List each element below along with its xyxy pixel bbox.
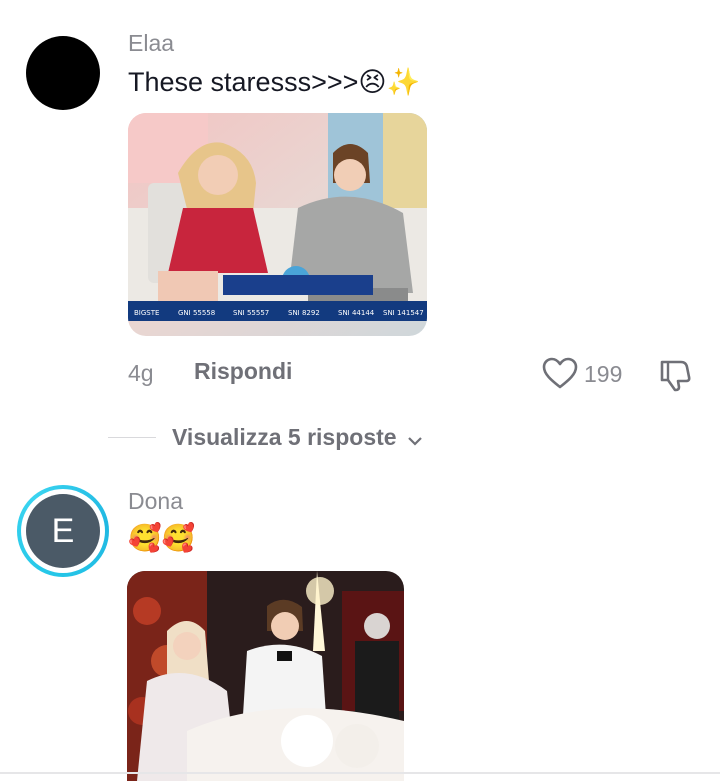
- view-replies-label: Visualizza 5 risposte: [172, 424, 397, 450]
- avatar[interactable]: [26, 36, 100, 110]
- overlay-label: SNI 8292: [288, 309, 320, 317]
- overlay-label: SNI 44144: [338, 309, 375, 317]
- comment-text: These staresss>>>😣✨: [128, 66, 420, 98]
- overlay-label: SNI 55557: [233, 309, 269, 317]
- comment-photo[interactable]: [127, 571, 404, 781]
- thumbs-down-icon: [660, 360, 691, 392]
- avatar[interactable]: E: [17, 485, 109, 577]
- comment-username[interactable]: Elaa: [128, 30, 174, 57]
- reply-button[interactable]: Rispondi: [194, 358, 292, 385]
- overlay-label: BIGSTE: [134, 309, 159, 317]
- like-count: 199: [584, 361, 623, 387]
- comment-emoji: 😣✨: [358, 67, 421, 98]
- view-replies-button[interactable]: Visualizza 5 risposte: [172, 424, 423, 451]
- like-button[interactable]: [541, 356, 579, 390]
- overlay-label: GNI 55558: [178, 309, 215, 317]
- comment-age: 4g: [128, 360, 154, 386]
- avatar-letter: E: [26, 494, 100, 568]
- replies-divider: [108, 437, 156, 438]
- heart-icon: [542, 357, 578, 389]
- comment-photo[interactable]: BIGSTE GNI 55558 SNI 55557 SNI 8292 SNI …: [128, 113, 427, 336]
- chevron-down-icon: [408, 436, 422, 446]
- comment-text-body: These staresss>>>: [128, 67, 359, 97]
- comment-username[interactable]: Dona: [128, 488, 183, 515]
- dislike-button[interactable]: [656, 356, 694, 392]
- overlay-label: SNI 141547: [383, 309, 424, 317]
- comment-emoji: 🥰🥰: [128, 523, 196, 554]
- party-photo: [127, 571, 404, 781]
- tv-show-photo: BIGSTE GNI 55558 SNI 55557 SNI 8292 SNI …: [128, 113, 427, 336]
